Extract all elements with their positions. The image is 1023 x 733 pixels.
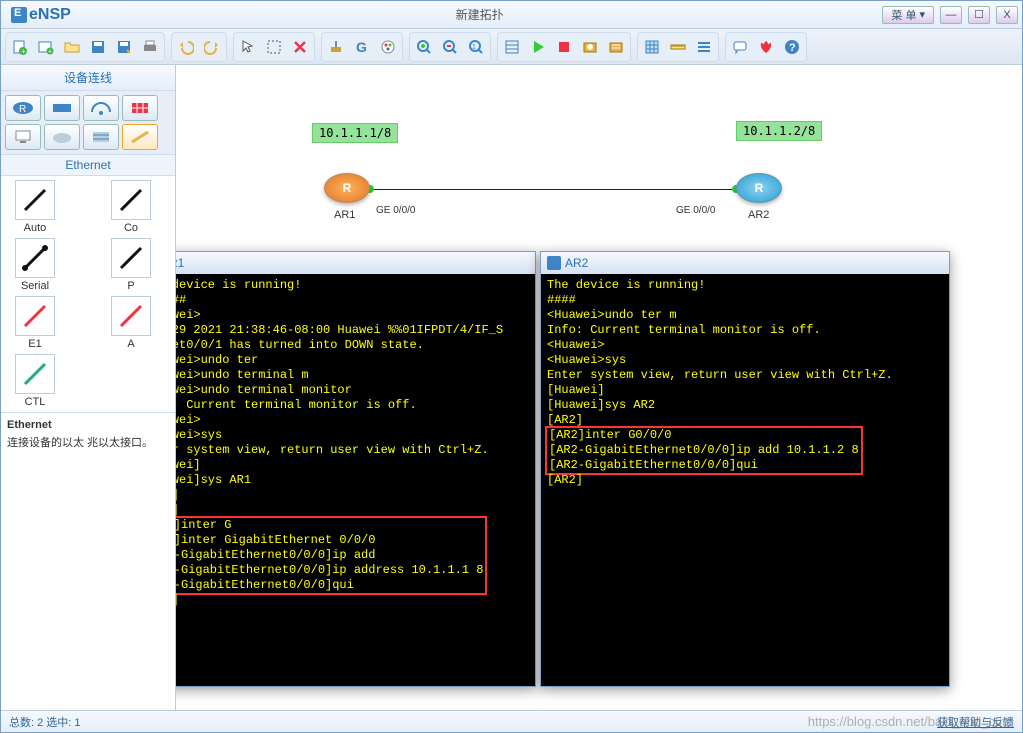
terminal-ar1-body[interactable]: The device is running! ###### <Huawei> J… xyxy=(176,274,535,686)
terminal-ar2[interactable]: AR2 The device is running! #### <Huawei>… xyxy=(540,251,950,687)
close-button[interactable]: X xyxy=(996,6,1018,24)
tool-ctl[interactable]: CTL xyxy=(5,354,65,408)
device-sidebar: 设备连线 R Ethernet Auto Co Serial P E1 A CT… xyxy=(1,65,176,710)
ip-label-ar2: 10.1.1.2/8 xyxy=(736,121,822,141)
help-button[interactable]: ? xyxy=(780,35,804,59)
stop-button[interactable] xyxy=(552,35,576,59)
other-category[interactable] xyxy=(83,124,119,150)
description-text: 连接设备的以太 兆以太接口。 xyxy=(7,434,169,450)
link-category[interactable] xyxy=(122,124,158,150)
ip-label-ar1: 10.1.1.1/8 xyxy=(312,123,398,143)
port-label-ar2: GE 0/0/0 xyxy=(676,205,715,216)
cloud-category[interactable] xyxy=(44,124,80,150)
topology-canvas[interactable]: 10.1.1.1/8 10.1.1.2/8 R AR1 GE 0/0/0 R A… xyxy=(176,65,1022,710)
svg-text:?: ? xyxy=(789,42,796,54)
pointer-button[interactable] xyxy=(236,35,260,59)
svg-text:+: + xyxy=(21,47,26,55)
titlebar: eNSP 新建拓扑 菜 单▾ — ☐ X xyxy=(1,1,1022,29)
redo-button[interactable] xyxy=(200,35,224,59)
new-topology-button[interactable]: + xyxy=(8,35,32,59)
description-box: Ethernet 连接设备的以太 兆以太接口。 xyxy=(1,413,175,710)
delete-button[interactable] xyxy=(288,35,312,59)
broom-button[interactable] xyxy=(324,35,348,59)
terminal-ar2-titlebar[interactable]: AR2 xyxy=(541,252,949,274)
new-project-button[interactable]: + xyxy=(34,35,58,59)
app-name: eNSP xyxy=(29,6,71,24)
marquee-button[interactable] xyxy=(262,35,286,59)
document-title: 新建拓扑 xyxy=(77,6,883,23)
capture-list-button[interactable] xyxy=(604,35,628,59)
status-help-link[interactable]: 获取帮助与反馈 xyxy=(937,714,1014,730)
main-menu-button[interactable]: 菜 单▾ xyxy=(882,6,934,24)
logo-icon xyxy=(11,7,27,23)
minimize-button[interactable]: — xyxy=(940,6,962,24)
maximize-button[interactable]: ☐ xyxy=(968,6,990,24)
terminal-ar1-title: AR1 xyxy=(176,256,184,270)
tool-auto[interactable]: Auto xyxy=(5,180,65,234)
status-count: 总数: 2 选中: 1 xyxy=(9,714,81,730)
app-logo: eNSP xyxy=(5,6,77,24)
zoom-fit-button[interactable]: 1 xyxy=(464,35,488,59)
undo-button[interactable] xyxy=(174,35,198,59)
node-label-ar2: AR2 xyxy=(748,209,769,221)
firewall-category[interactable] xyxy=(122,95,158,121)
description-title: Ethernet xyxy=(7,419,169,431)
terminal-ar2-highlight: [AR2]inter G0/0/0 [AR2-GigabitEthernet0/… xyxy=(545,426,863,475)
zoom-in-button[interactable] xyxy=(412,35,436,59)
node-ar2[interactable]: R xyxy=(736,173,782,203)
print-button[interactable] xyxy=(138,35,162,59)
link-ar1-ar2[interactable] xyxy=(368,189,738,190)
terminal-ar1[interactable]: AR1 The device is running! ###### <Huawe… xyxy=(176,251,536,687)
pc-category[interactable] xyxy=(5,124,41,150)
svg-text:+: + xyxy=(48,48,52,55)
terminal-ar2-body[interactable]: The device is running! #### <Huawei>undo… xyxy=(541,274,949,686)
tool-e1[interactable]: E1 xyxy=(5,296,65,350)
ruler-button[interactable] xyxy=(666,35,690,59)
grid-button[interactable] xyxy=(640,35,664,59)
wlan-category[interactable] xyxy=(83,95,119,121)
tool-pos[interactable]: P xyxy=(101,238,161,292)
terminal-icon xyxy=(547,256,561,270)
start-button[interactable] xyxy=(526,35,550,59)
terminal-ar2-title: AR2 xyxy=(565,256,588,270)
sidebar-section-label: Ethernet xyxy=(1,155,175,176)
palette-button[interactable] xyxy=(376,35,400,59)
terminal-ar1-highlight: [AR1]inter G [AR1]inter GigabitEthernet … xyxy=(176,516,487,595)
switch-category[interactable] xyxy=(44,95,80,121)
save-button[interactable] xyxy=(86,35,110,59)
svg-text:R: R xyxy=(19,104,26,115)
port-label-ar1: GE 0/0/0 xyxy=(376,205,415,216)
device-category-palette: R xyxy=(1,91,175,155)
status-bar: 总数: 2 选中: 1 获取帮助与反馈 xyxy=(1,710,1022,732)
text-button[interactable]: G xyxy=(350,35,374,59)
router-category[interactable]: R xyxy=(5,95,41,121)
zoom-out-button[interactable] xyxy=(438,35,462,59)
save-as-button[interactable] xyxy=(112,35,136,59)
terminal-ar1-titlebar[interactable]: AR1 xyxy=(176,252,535,274)
layers-button[interactable] xyxy=(500,35,524,59)
menu-label: 菜 单 xyxy=(891,7,916,23)
sidebar-header: 设备连线 xyxy=(1,65,175,91)
huawei-button[interactable] xyxy=(754,35,778,59)
tool-atm[interactable]: A xyxy=(101,296,161,350)
capture-button[interactable] xyxy=(578,35,602,59)
feedback-button[interactable] xyxy=(728,35,752,59)
svg-text:1: 1 xyxy=(472,44,476,51)
tool-serial[interactable]: Serial xyxy=(5,238,65,292)
open-button[interactable] xyxy=(60,35,84,59)
node-label-ar1: AR1 xyxy=(334,209,355,221)
main-toolbar: + + G 1 ? xyxy=(1,29,1022,65)
node-ar1[interactable]: R xyxy=(324,173,370,203)
tool-copper[interactable]: Co xyxy=(101,180,161,234)
options-button[interactable] xyxy=(692,35,716,59)
connection-tool-list: Auto Co Serial P E1 A CTL xyxy=(1,176,175,413)
svg-text:G: G xyxy=(356,39,367,55)
